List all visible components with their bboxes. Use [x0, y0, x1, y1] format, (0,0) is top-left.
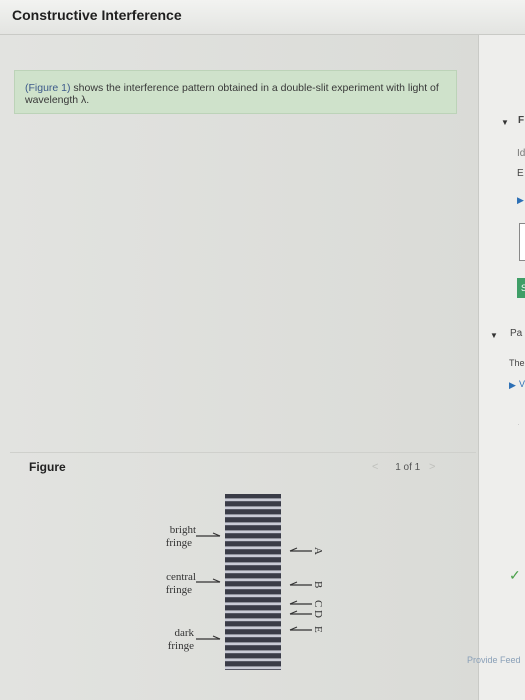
bright-fringe [225, 618, 281, 622]
figure-link[interactable]: (Figure 1) [25, 82, 71, 94]
marker-A-label: A [312, 547, 324, 555]
bright-fringe [225, 642, 281, 646]
page-title: Constructive Interference [12, 7, 182, 23]
marker-A: A [289, 547, 324, 555]
title-bar: Constructive Interference [0, 0, 525, 35]
problem-text: (Figure 1) shows the interference patter… [25, 82, 445, 106]
prev-figure-button[interactable]: < [372, 461, 378, 473]
interference-pattern-figure: bright fringe central fringe dark fringe… [166, 494, 324, 670]
part-a-text: The [509, 358, 525, 368]
bright-fringe [225, 546, 281, 550]
e-label: E [517, 168, 524, 179]
bright-fringe [225, 658, 281, 662]
bright-fringe [225, 586, 281, 590]
dark-fringe-label-2: fringe [168, 640, 194, 652]
correct-check-icon: ✓ [509, 567, 521, 583]
submit-button[interactable]: S [517, 278, 525, 298]
bright-fringe [225, 610, 281, 614]
bright-fringe [225, 666, 281, 670]
provide-feedback-link[interactable]: Provide Feed [467, 655, 521, 665]
collapse-part-a-icon[interactable]: ▼ [490, 331, 498, 340]
collapse-part-f-icon[interactable]: ▼ [501, 118, 509, 127]
bright-fringe [225, 530, 281, 534]
expand-hint-icon[interactable]: ▶ [517, 195, 524, 206]
marker-C-label: C [312, 600, 324, 607]
id-label: Id [517, 148, 525, 159]
bright-fringe [225, 602, 281, 606]
problem-statement: (Figure 1) shows the interference patter… [14, 70, 457, 114]
marker-E-label: E [312, 626, 324, 633]
bright-fringe [225, 522, 281, 526]
part-a-label: Pa [510, 328, 523, 339]
bright-fringe [225, 570, 281, 574]
bright-fringe [225, 594, 281, 598]
central-fringe-label-2: fringe [166, 584, 192, 596]
bright-fringe-label-1: bright [170, 524, 196, 536]
marker-E: E [289, 626, 324, 633]
bright-fringe [225, 578, 281, 582]
part-f-label: F [518, 115, 525, 126]
faint-text: · [517, 419, 520, 429]
central-fringe-label-1: central [166, 571, 196, 583]
problem-text-body: shows the interference pattern obtained … [25, 82, 439, 106]
bright-fringe [225, 634, 281, 638]
bright-fringe-label-2: fringe [166, 537, 192, 549]
next-figure-button[interactable]: > [429, 461, 435, 473]
bright-fringe [225, 498, 281, 502]
bright-fringe [225, 554, 281, 558]
bright-fringe [225, 538, 281, 542]
marker-C: C [289, 600, 324, 607]
bright-fringe [225, 514, 281, 518]
figure-page-count: 1 of 1 [395, 462, 421, 473]
figure-label: Figure [29, 460, 66, 474]
view-label[interactable]: V [519, 379, 525, 389]
expand-view-icon[interactable]: ▶ [509, 380, 516, 391]
bright-fringe [225, 506, 281, 510]
marker-D-label: D [312, 610, 324, 618]
marker-B: B [289, 581, 324, 588]
bright-fringe [225, 650, 281, 654]
answer-pane: ▼ F Id E ▶ S ▼ Pa The ▶ V · ✓ Provide Fe… [467, 35, 525, 700]
marker-B-label: B [312, 581, 324, 588]
dark-fringe-label-1: dark [174, 627, 194, 639]
figure-pager: < 1 of 1 > [372, 461, 435, 475]
fringe-pattern [225, 494, 281, 670]
divider [10, 452, 476, 453]
marker-D: D [289, 610, 324, 618]
bright-fringe [225, 562, 281, 566]
answer-input[interactable] [519, 223, 525, 261]
bright-fringe [225, 626, 281, 630]
